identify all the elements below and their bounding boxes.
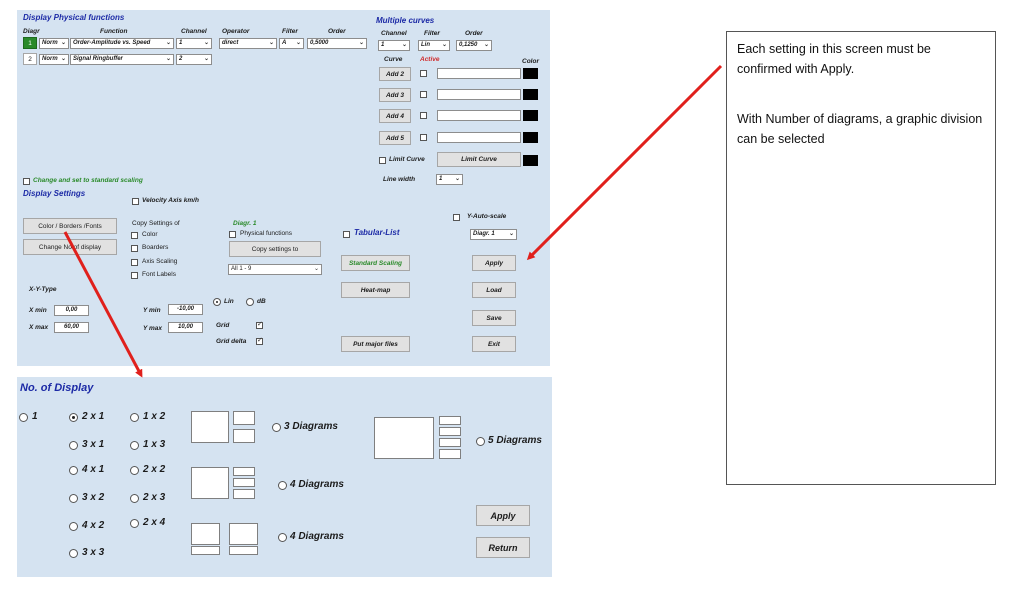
arrow-to-no-of-display — [63, 231, 143, 378]
arrow-to-apply — [526, 64, 723, 261]
annotation-arrows — [63, 64, 723, 378]
